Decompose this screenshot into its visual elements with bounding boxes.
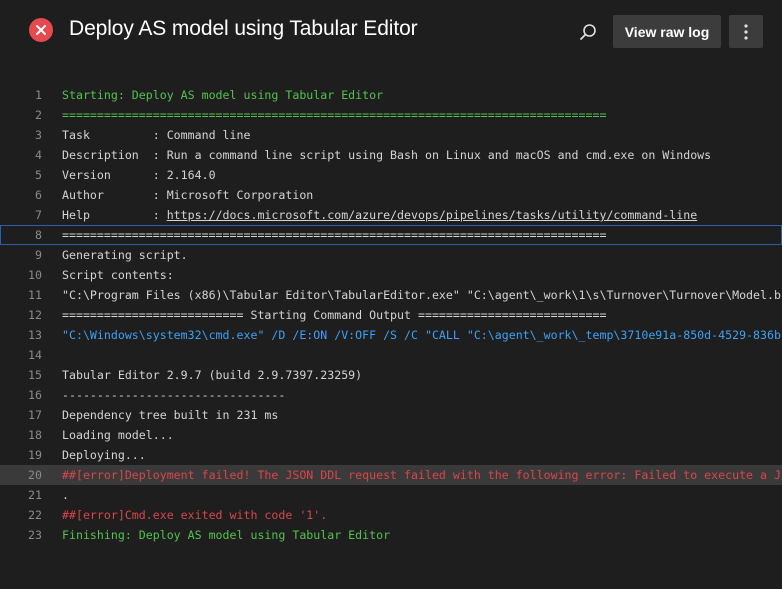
log-line[interactable]: 8 =======================================…: [0, 225, 782, 245]
log-line[interactable]: 5 Version : 2.164.0: [0, 165, 782, 185]
line-number[interactable]: 13: [0, 325, 42, 345]
line-number[interactable]: 6: [0, 185, 42, 205]
log-line[interactable]: 21.: [0, 485, 782, 505]
log-line[interactable]: 2 =======================================…: [0, 105, 782, 125]
log-line[interactable]: 4 Description : Run a command line script…: [0, 145, 782, 165]
log-line-prefix: Help :: [62, 208, 167, 222]
log-line[interactable]: 11 "C:\Program Files (x86)\Tabular Editor…: [0, 285, 782, 305]
line-number[interactable]: 20: [0, 465, 42, 485]
log-line[interactable]: 6 Author : Microsoft Corporation: [0, 185, 782, 205]
view-raw-log-button[interactable]: View raw log: [613, 15, 721, 48]
log-line-text: Task : Command line: [62, 128, 251, 142]
log-line-text: --------------------------------: [62, 388, 286, 402]
log-line-text: Deploying...: [62, 448, 146, 462]
help-link[interactable]: https://docs.microsoft.com/azure/devops/…: [167, 208, 697, 222]
log-line-text: ========================== Starting Comm…: [62, 308, 607, 322]
line-number[interactable]: 19: [0, 445, 42, 465]
line-number[interactable]: 12: [0, 305, 42, 325]
line-number[interactable]: 10: [0, 265, 42, 285]
log-line-text: "C:\Windows\system32\cmd.exe" /D /E:ON /…: [62, 328, 782, 342]
line-number[interactable]: 5: [0, 165, 42, 185]
line-number[interactable]: 4: [0, 145, 42, 165]
line-number[interactable]: 15: [0, 365, 42, 385]
log-line-text: Finishing: Deploy AS model using Tabular…: [62, 528, 391, 542]
log-line[interactable]: 15 Tabular Editor 2.9.7 (build 2.9.7397.2…: [0, 365, 782, 385]
line-number[interactable]: 17: [0, 405, 42, 425]
line-number[interactable]: 23: [0, 525, 42, 545]
log-line-text: Help : https://docs.microsoft.com/azure/…: [62, 205, 782, 225]
log-line-text: Starting: Deploy AS model using Tabular …: [62, 88, 384, 102]
log-line[interactable]: 13 "C:\Windows\system32\cmd.exe" /D /E:ON…: [0, 325, 782, 345]
line-number[interactable]: 3: [0, 125, 42, 145]
line-number[interactable]: 7: [0, 205, 42, 225]
line-number[interactable]: 2: [0, 105, 42, 125]
log-line[interactable]: 20 ##[error]Deployment failed! The JSON D…: [0, 465, 782, 485]
log-line[interactable]: 17 Dependency tree built in 231 ms: [0, 405, 782, 425]
more-vertical-icon: [744, 23, 748, 40]
log-line-text: Tabular Editor 2.9.7 (build 2.9.7397.232…: [62, 368, 363, 382]
log-line-text: ========================================…: [62, 108, 607, 122]
more-actions-button[interactable]: [729, 15, 763, 48]
log-line-text: Version : 2.164.0: [62, 168, 216, 182]
error-circle-icon: [29, 18, 53, 42]
log-line-text: Generating script.: [62, 248, 188, 262]
log-output[interactable]: 1 Starting: Deploy AS model using Tabular…: [0, 85, 782, 545]
log-line-text: ##[error]Deployment failed! The JSON DDL…: [62, 468, 782, 482]
log-line[interactable]: 22 ##[error]Cmd.exe exited with code '1'.: [0, 505, 782, 525]
log-line-text: ========================================…: [62, 228, 607, 242]
page-title: Deploy AS model using Tabular Editor: [69, 17, 418, 40]
line-number[interactable]: 9: [0, 245, 42, 265]
log-line[interactable]: 1 Starting: Deploy AS model using Tabular…: [0, 85, 782, 105]
log-line-text: Dependency tree built in 231 ms: [62, 408, 279, 422]
line-number[interactable]: 21: [0, 485, 42, 505]
log-line-text: Author : Microsoft Corporation: [62, 188, 314, 202]
log-line-text: "C:\Program Files (x86)\Tabular Editor\T…: [62, 288, 782, 302]
log-line[interactable]: 23 Finishing: Deploy AS model using Tabul…: [0, 525, 782, 545]
log-line[interactable]: 19 Deploying...: [0, 445, 782, 465]
search-icon: [580, 24, 596, 40]
log-line[interactable]: 3 Task : Command line: [0, 125, 782, 145]
line-number[interactable]: 11: [0, 285, 42, 305]
line-number[interactable]: 18: [0, 425, 42, 445]
log-line-text: Description : Run a command line script …: [62, 148, 712, 162]
log-line-text: .: [62, 488, 69, 502]
log-line[interactable]: 16 --------------------------------: [0, 385, 782, 405]
log-line[interactable]: 12 ========================== Starting Co…: [0, 305, 782, 325]
log-line[interactable]: 18 Loading model...: [0, 425, 782, 445]
log-line[interactable]: 10 Script contents:: [0, 265, 782, 285]
line-number[interactable]: 16: [0, 385, 42, 405]
log-header: Deploy AS model using Tabular Editor Vie…: [0, 0, 782, 64]
line-number[interactable]: 14: [0, 345, 42, 365]
search-button[interactable]: [574, 18, 602, 46]
log-line-text: Script contents:: [62, 268, 174, 282]
log-line[interactable]: 14: [0, 345, 782, 365]
line-number[interactable]: 1: [0, 85, 42, 105]
log-line-text: Loading model...: [62, 428, 174, 442]
line-number[interactable]: 22: [0, 505, 42, 525]
log-line[interactable]: 9 Generating script.: [0, 245, 782, 265]
log-line-text: ##[error]Cmd.exe exited with code '1'.: [62, 508, 328, 522]
log-line[interactable]: 7 Help : https://docs.microsoft.com/azure…: [0, 205, 782, 225]
line-number[interactable]: 8: [0, 225, 42, 245]
